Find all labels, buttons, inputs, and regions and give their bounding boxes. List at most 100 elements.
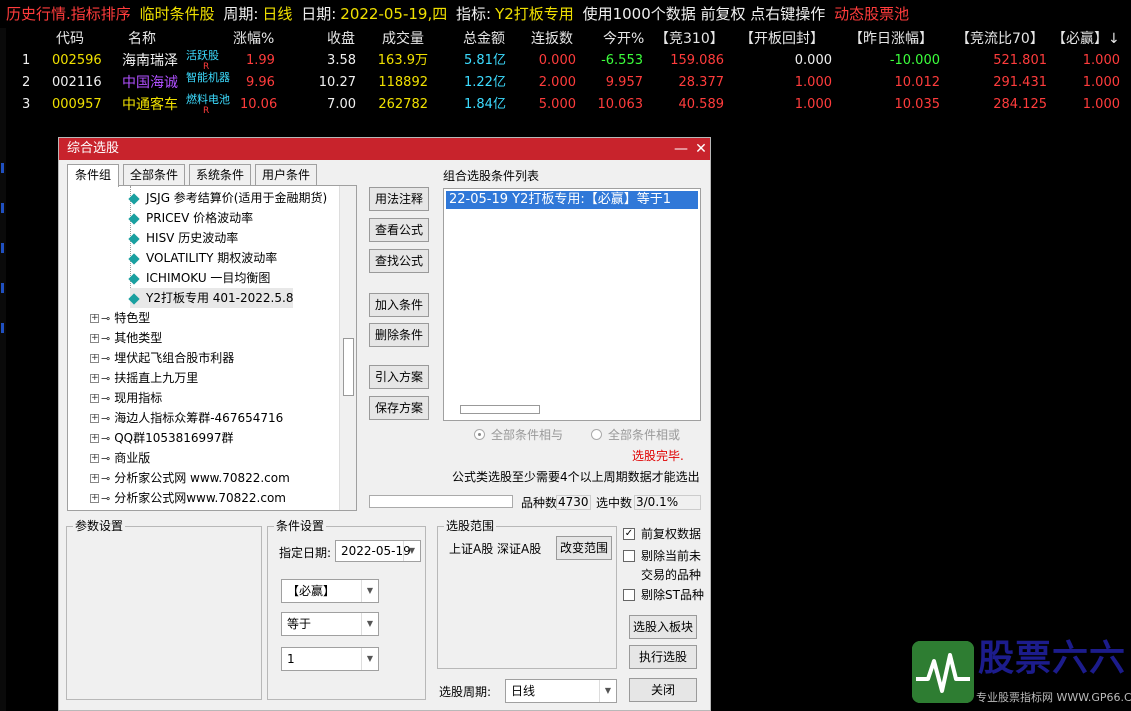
expand-icon[interactable]: +	[90, 394, 99, 403]
tree-group[interactable]: + ⊸ 特色型	[90, 308, 150, 328]
expand-icon[interactable]: +	[90, 454, 99, 463]
col-volume[interactable]: 成交量	[382, 28, 424, 50]
tab-condition-group[interactable]: 条件组	[67, 164, 119, 187]
chevron-down-icon[interactable]: ▼	[403, 541, 420, 561]
col-reopen[interactable]: 【开板回封】	[740, 28, 824, 50]
col-jingliu[interactable]: 【竞流比70】	[956, 28, 1044, 50]
col-streak[interactable]: 连扳数	[531, 28, 573, 50]
date-value: 2022-05-19,四	[340, 5, 448, 23]
expand-icon[interactable]: +	[90, 314, 99, 323]
tree-leaf[interactable]: VOLATILITY 期权波动率	[128, 248, 277, 268]
import-plan-button[interactable]: 引入方案	[369, 365, 429, 389]
tree-leaf[interactable]: JSJG 参考结算价(适用于金融期货)	[128, 188, 327, 208]
expand-icon[interactable]: +	[90, 494, 99, 503]
tab-user-conditions[interactable]: 用户条件	[255, 164, 317, 186]
condition-tree[interactable]: JSJG 参考结算价(适用于金融期货) PRICEV 价格波动率 HISV 历史…	[67, 185, 357, 511]
tree-leaf[interactable]: PRICEV 价格波动率	[128, 208, 253, 228]
chevron-down-icon[interactable]: ▼	[361, 648, 378, 670]
expand-icon[interactable]: +	[90, 474, 99, 483]
stock-pool-label[interactable]: 动态股票池	[834, 5, 909, 23]
expand-icon[interactable]: +	[90, 414, 99, 423]
tab-system-conditions[interactable]: 系统条件	[189, 164, 251, 186]
view-formula-button[interactable]: 查看公式	[369, 218, 429, 242]
operator-select[interactable]: 等于 ▼	[281, 612, 379, 636]
chk-exclude-st[interactable]	[623, 589, 635, 601]
tree-group-label: 现用指标	[114, 391, 163, 405]
biying: 1.000	[1082, 75, 1120, 90]
minimize-icon[interactable]: —	[671, 138, 691, 160]
field-select[interactable]: 【必赢】 ▼	[281, 579, 379, 603]
list-hscroll-thumb[interactable]	[460, 405, 540, 414]
date-picker[interactable]: 2022-05-19 ▼	[335, 540, 421, 562]
table-row[interactable]: 3 000957 中通客车 燃料电池 R 10.06 7.00 262782 1…	[0, 94, 1131, 116]
col-open[interactable]: 今开%	[603, 28, 644, 50]
col-biying[interactable]: 【必赢】↓	[1052, 28, 1120, 50]
value-select[interactable]: 1 ▼	[281, 647, 379, 671]
tree-leaf-selected[interactable]: Y2打板专用 401-2022.5.8	[128, 288, 294, 308]
find-formula-button[interactable]: 查找公式	[369, 249, 429, 273]
condition-list[interactable]: 22-05-19 Y2打板专用:【必赢】等于1	[443, 188, 701, 421]
delete-condition-button[interactable]: 删除条件	[369, 323, 429, 347]
close-button[interactable]: 关闭	[629, 678, 697, 702]
table-row[interactable]: 2 002116 中国海诚 智能机器 9.96 10.27 118892 1.2…	[0, 72, 1131, 94]
col-change[interactable]: 涨幅%	[233, 28, 274, 50]
radio-all-or[interactable]	[591, 429, 602, 440]
tree-group[interactable]: + ⊸ 其他类型	[90, 328, 162, 348]
col-jing310[interactable]: 【竞310】	[655, 28, 724, 50]
view-title[interactable]: 历史行情.指标排序	[6, 5, 131, 23]
add-to-block-button[interactable]: 选股入板块	[629, 615, 697, 639]
expand-icon[interactable]: +	[90, 374, 99, 383]
open-pct: 10.063	[597, 97, 644, 112]
col-name[interactable]: 名称	[128, 28, 156, 50]
logo-name: 股票六六	[978, 638, 1127, 679]
tree-group[interactable]: + ⊸ 现用指标	[90, 388, 162, 408]
radio-all-and[interactable]	[474, 429, 485, 440]
tree-group[interactable]: + ⊸ 海边人指标众筹群-467654716	[90, 408, 283, 428]
tree-group[interactable]: + ⊸ 分析家公式网www.70822.com	[90, 488, 286, 508]
tree-leaf[interactable]: HISV 历史波动率	[128, 228, 238, 248]
add-condition-button[interactable]: 加入条件	[369, 293, 429, 317]
folder-key-icon: ⊸	[101, 431, 111, 445]
col-close[interactable]: 收盘	[327, 28, 355, 50]
tree-group[interactable]: + ⊸ 扶摇直上九万里	[90, 368, 198, 388]
tree-scrollbar[interactable]	[339, 186, 356, 510]
expand-icon[interactable]: +	[90, 334, 99, 343]
screening-period-label: 选股周期:	[439, 685, 492, 699]
chk-forward-adjust[interactable]: ✓	[623, 528, 635, 540]
execute-screening-button[interactable]: 执行选股	[629, 645, 697, 669]
tree-group[interactable]: + ⊸ 埋伏起飞组合股市利器	[90, 348, 234, 368]
chevron-down-icon[interactable]: ▼	[599, 680, 616, 702]
col-prev-change[interactable]: 【昨日涨幅】	[849, 28, 933, 50]
jing310: 159.086	[670, 53, 724, 68]
tree-leaf[interactable]: ICHIMOKU 一目均衡图	[128, 268, 271, 288]
prev-change: 10.012	[894, 75, 941, 90]
tree-group[interactable]: + ⊸ 分析家公式网 www.70822.com	[90, 468, 290, 488]
chevron-down-icon[interactable]: ▼	[361, 580, 378, 602]
expand-icon[interactable]: +	[90, 434, 99, 443]
dialog-title-bar[interactable]: 综合选股 — ✕	[59, 138, 710, 160]
chk-exclude-non-trading[interactable]	[623, 550, 635, 562]
chevron-down-icon[interactable]: ▼	[361, 613, 378, 635]
tree-group-label: 特色型	[114, 311, 151, 325]
folder-key-icon: ⊸	[101, 311, 111, 325]
tree-scroll-thumb[interactable]	[343, 338, 354, 396]
period-label: 周期:	[223, 5, 259, 23]
col-amount[interactable]: 总金额	[463, 28, 505, 50]
count-label: 品种数	[521, 496, 558, 510]
tab-all-conditions[interactable]: 全部条件	[123, 164, 185, 186]
jing310: 28.377	[678, 75, 725, 90]
tree-group[interactable]: + ⊸ 商业版	[90, 448, 150, 468]
folder-key-icon: ⊸	[101, 391, 111, 405]
table-row[interactable]: 1 002596 海南瑞泽 活跃股 R 1.99 3.58 163.9万 5.8…	[0, 50, 1131, 72]
row-index: 1	[22, 53, 31, 68]
screening-period-select[interactable]: 日线 ▼	[505, 679, 617, 703]
tree-leaf-label: ICHIMOKU 一目均衡图	[146, 271, 271, 285]
usage-notes-button[interactable]: 用法注释	[369, 187, 429, 211]
change-range-button[interactable]: 改变范围	[556, 536, 612, 560]
tree-group[interactable]: + ⊸ QQ群1053816997群	[90, 428, 233, 448]
col-code[interactable]: 代码	[56, 28, 84, 50]
condition-list-item[interactable]: 22-05-19 Y2打板专用:【必赢】等于1	[446, 191, 698, 209]
expand-icon[interactable]: +	[90, 354, 99, 363]
close-icon[interactable]: ✕	[691, 138, 711, 160]
save-plan-button[interactable]: 保存方案	[369, 396, 429, 420]
